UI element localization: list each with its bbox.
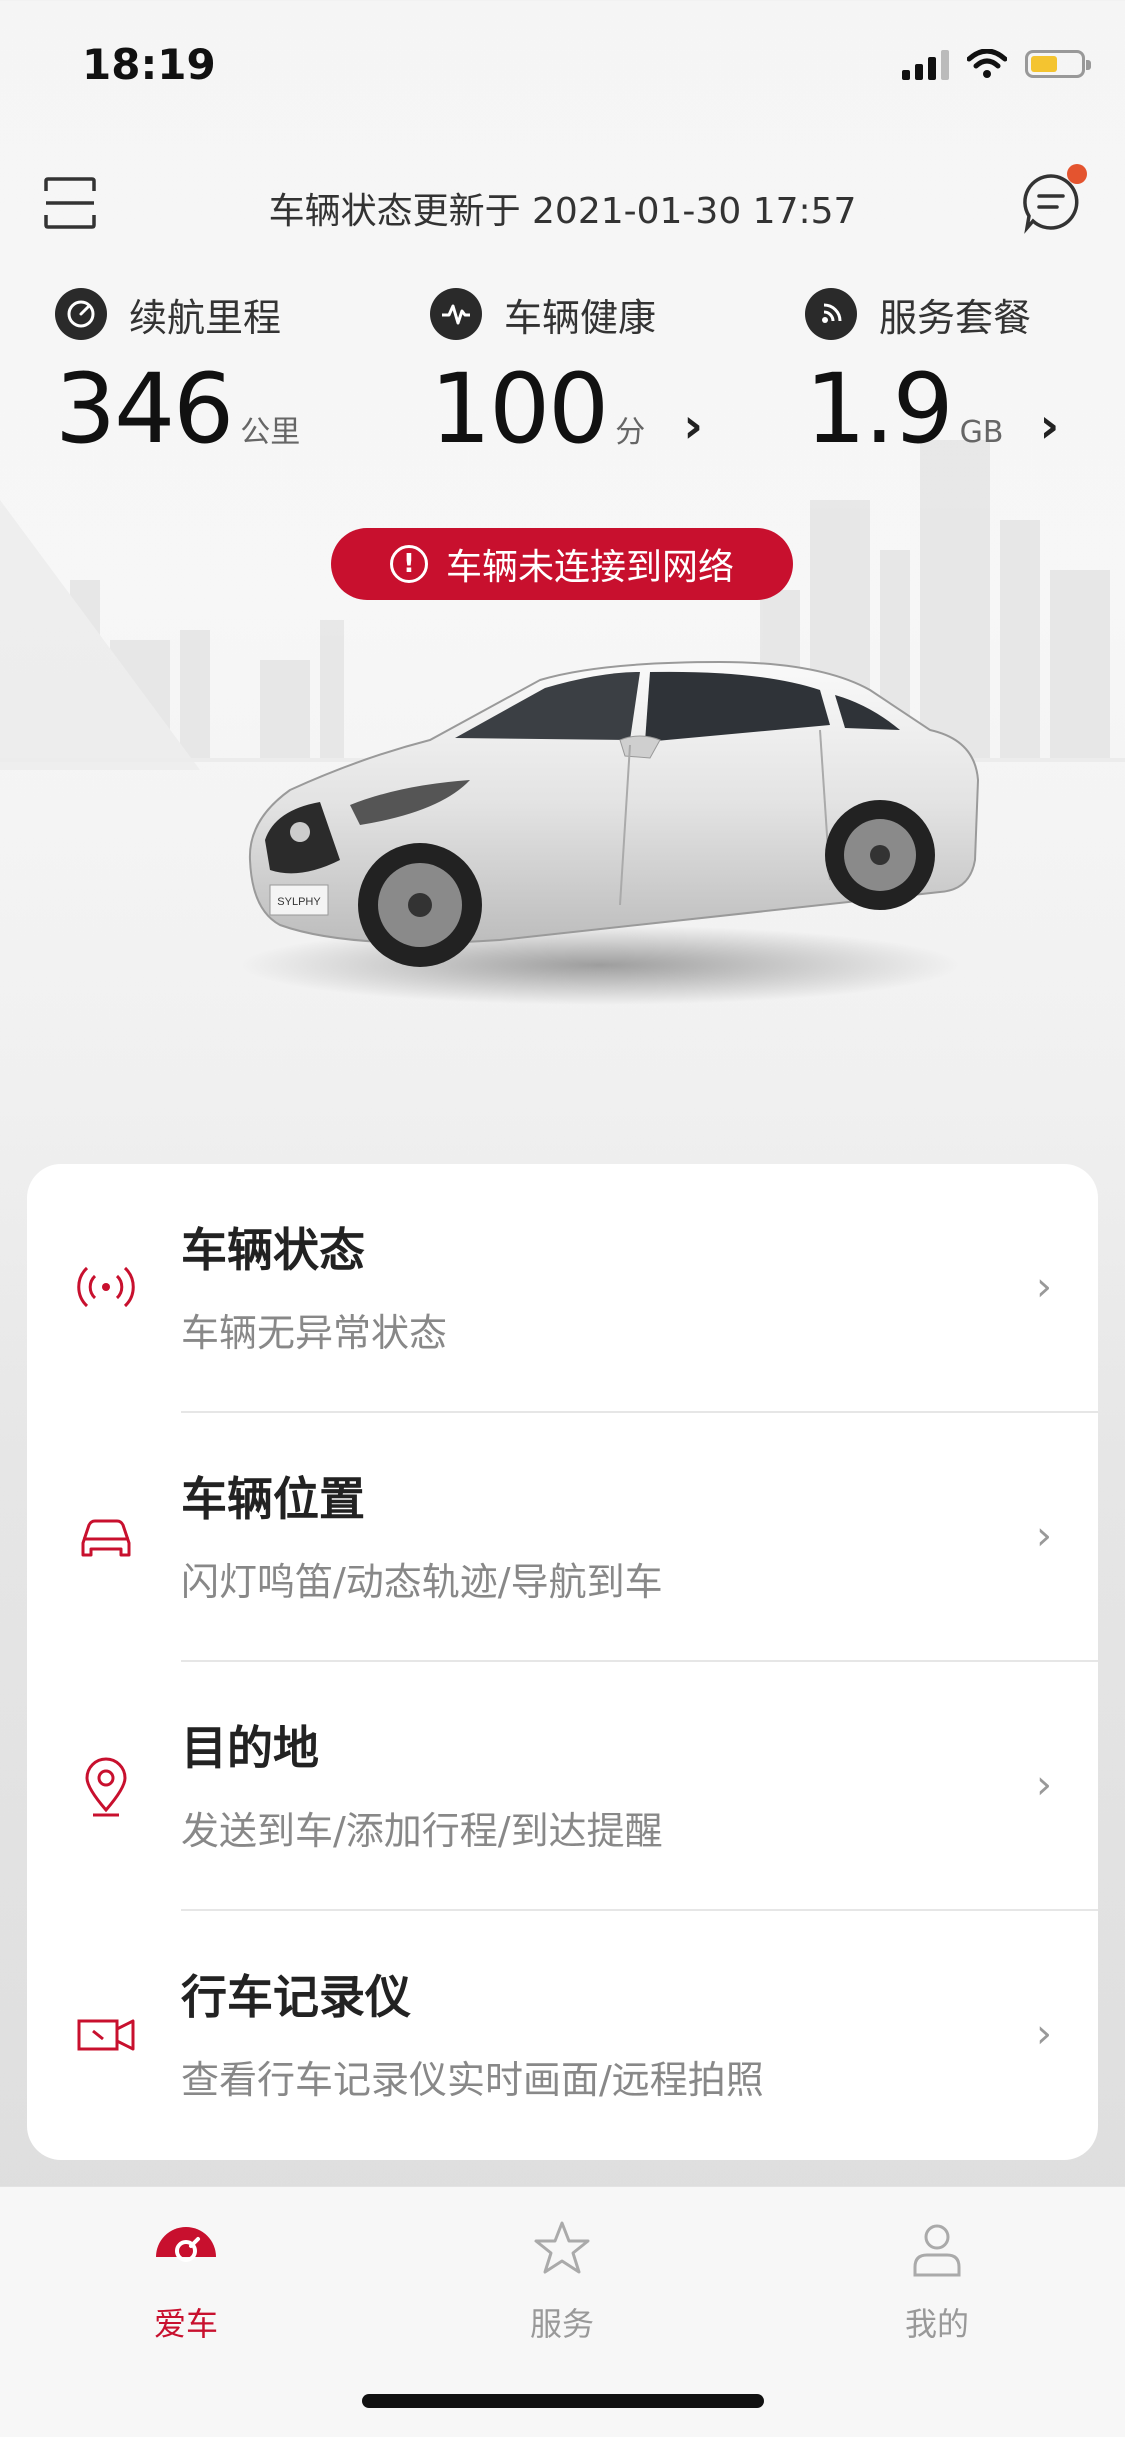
heartbeat-icon xyxy=(430,288,482,340)
menu-item-vehicle-location[interactable]: 车辆位置 闪灯鸣笛/动态轨迹/导航到车 › xyxy=(27,1413,1098,1662)
health-stat[interactable]: 车辆健康 100 分 › xyxy=(430,285,750,465)
status-time: 18:19 xyxy=(82,40,216,89)
camera-icon xyxy=(77,2019,135,2051)
data-plan-stat[interactable]: 服务套餐 1.9 GB › xyxy=(805,285,1125,465)
chevron-right-icon: › xyxy=(1036,1762,1052,1808)
chevron-right-icon: › xyxy=(1036,1513,1052,1559)
alert-icon: ! xyxy=(389,545,428,583)
license-plate-text: SYLPHY xyxy=(277,896,321,908)
menu-item-dashcam[interactable]: 行车记录仪 查看行车记录仪实时画面/远程拍照 › xyxy=(27,1911,1098,2160)
tab-profile[interactable]: 我的 xyxy=(837,2217,1037,2345)
health-value: 100 xyxy=(430,353,609,465)
broadcast-icon xyxy=(77,1266,135,1308)
notification-badge xyxy=(1067,164,1087,184)
data-plan-value: 1.9 xyxy=(805,353,954,465)
vehicle-stats: 续航里程 346 公里 车辆健康 100 分 › 服务套餐 1.9 GB › xyxy=(0,285,1125,485)
menu-item-vehicle-status[interactable]: 车辆状态 车辆无异常状态 › xyxy=(27,1164,1098,1413)
car-tab-icon xyxy=(156,2227,216,2262)
range-unit: 公里 xyxy=(240,415,301,450)
car-icon xyxy=(81,1519,131,1557)
status-bar: 18:19 xyxy=(0,0,1125,140)
tab-my-car[interactable]: 爱车 xyxy=(86,2217,286,2345)
menu-item-subtitle: 车辆无异常状态 xyxy=(181,1311,448,1355)
chevron-right-icon: › xyxy=(1036,2011,1052,2057)
tab-services[interactable]: 服务 xyxy=(462,2217,662,2345)
status-icons xyxy=(902,48,1091,80)
data-plan-label: 服务套餐 xyxy=(879,295,1032,340)
network-warning-text: 车辆未连接到网络 xyxy=(445,547,734,588)
cellular-signal-icon xyxy=(902,48,949,80)
menu-item-subtitle: 查看行车记录仪实时画面/远程拍照 xyxy=(181,2058,764,2102)
update-time-title: 车辆状态更新于 2021-01-30 17:57 xyxy=(268,191,857,232)
star-icon xyxy=(534,2221,590,2274)
range-label: 续航里程 xyxy=(129,295,282,340)
chevron-right-icon[interactable]: › xyxy=(1040,398,1060,454)
app-header: 车辆状态更新于 2021-01-30 17:57 xyxy=(0,150,1125,260)
health-label: 车辆健康 xyxy=(504,295,657,340)
tab-label: 服务 xyxy=(529,2305,594,2343)
location-pin-icon xyxy=(85,1757,127,1817)
chevron-right-icon[interactable]: › xyxy=(683,398,703,454)
user-icon xyxy=(913,2224,961,2277)
battery-icon xyxy=(1025,50,1091,78)
vehicle-functions-card: 车辆状态 车辆无异常状态 › 车辆位置 闪灯鸣笛/动态轨迹/导航到车 › 目的地… xyxy=(27,1164,1098,2160)
chevron-right-icon: › xyxy=(1036,1264,1052,1310)
range-value: 346 xyxy=(55,353,234,465)
menu-item-title: 行车记录仪 xyxy=(181,1970,411,2024)
tab-label: 我的 xyxy=(904,2305,969,2343)
network-warning-badge: ! 车辆未连接到网络 xyxy=(331,528,793,600)
signal-icon xyxy=(805,288,857,340)
wifi-icon xyxy=(967,49,1007,78)
menu-item-title: 车辆状态 xyxy=(181,1223,365,1277)
menu-item-destination[interactable]: 目的地 发送到车/添加行程/到达提醒 › xyxy=(27,1662,1098,1911)
menu-item-title: 车辆位置 xyxy=(181,1472,365,1526)
menu-item-title: 目的地 xyxy=(181,1721,319,1775)
data-plan-unit: GB xyxy=(959,415,1004,450)
tab-label: 爱车 xyxy=(153,2305,218,2343)
menu-item-subtitle: 发送到车/添加行程/到达提醒 xyxy=(181,1809,663,1853)
car-image: SYLPHY xyxy=(248,660,980,967)
menu-item-subtitle: 闪灯鸣笛/动态轨迹/导航到车 xyxy=(181,1560,663,1604)
range-stat: 续航里程 346 公里 xyxy=(55,285,375,465)
health-unit: 分 xyxy=(615,415,646,450)
gauge-icon xyxy=(55,288,107,340)
home-indicator[interactable] xyxy=(362,2394,764,2408)
